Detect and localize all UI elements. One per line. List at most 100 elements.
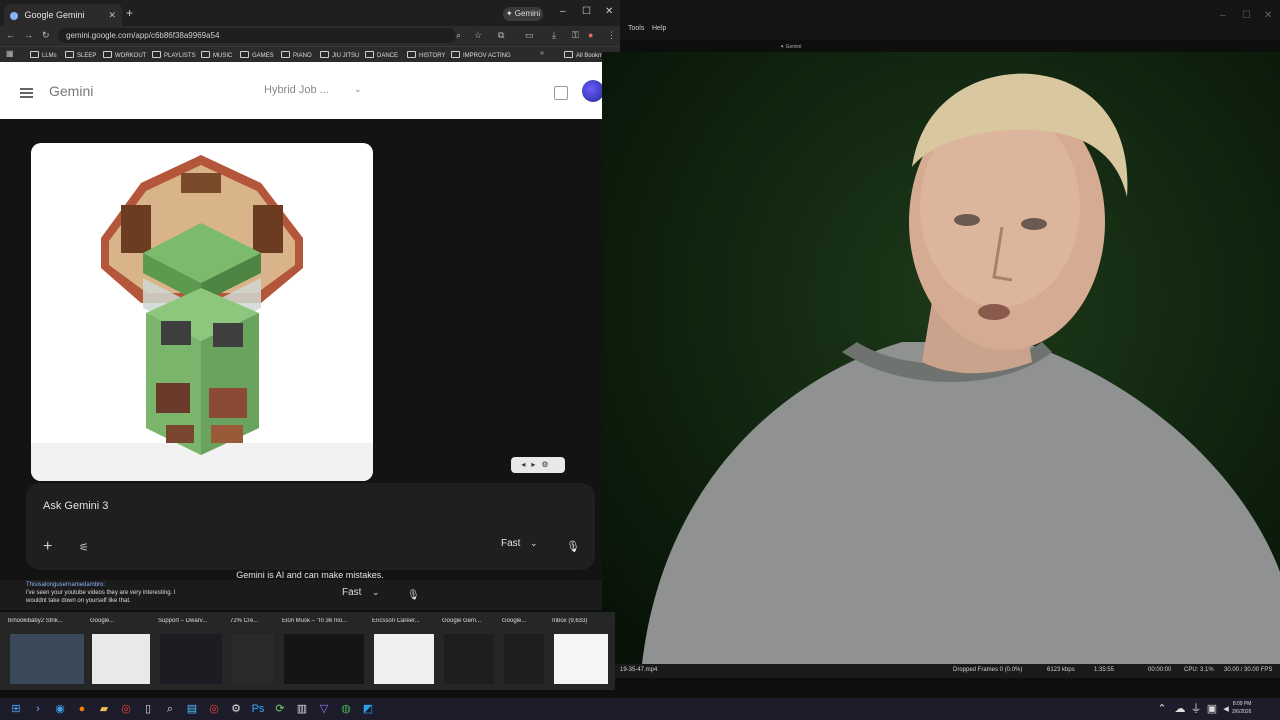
clock[interactable]: 8:09 PM 2/6/2026 [1232,700,1251,716]
chat-app-icon[interactable]: ◍ [338,701,354,717]
zoom-icon[interactable]: ⌕ [456,30,461,41]
back-icon[interactable]: ← [6,30,15,40]
microphone-icon[interactable]: 🎙 [566,540,580,553]
disclaimer-text: Gemini is AI and can make mistakes. [236,570,384,580]
password-icon[interactable]: ⚿ [572,30,579,41]
bookmarks-overflow-icon[interactable]: » [540,50,544,57]
chat-username: Thisisalongusernamedambro: [26,582,106,588]
settings-gear-icon[interactable]: ⚙ [228,701,244,717]
search-tool-icon[interactable]: ⌕ [162,701,178,717]
window-preview[interactable]: Ericsson Career... [372,618,436,686]
minimize-button[interactable]: – [560,6,566,17]
isometric-building-illustration [31,155,373,481]
settings-icon[interactable]: ⚙ [541,460,554,469]
chevron-down-icon[interactable]: ⌄ [354,84,362,95]
start-icon[interactable]: ⊞ [8,701,24,717]
window-preview[interactable]: Google... [90,618,152,686]
model-mode-selector[interactable]: Fast [501,538,520,549]
menu-help[interactable]: Help [652,25,666,32]
photoshop-icon[interactable]: Ps [250,701,266,717]
window-preview[interactable]: 72% Cre... [230,618,276,686]
person-in-webcam [642,73,1280,664]
chevron-down-icon[interactable]: ⌄ [530,538,538,549]
bookmark-sleep[interactable]: SLEEP [65,51,96,59]
apps-grid-icon[interactable]: ▦ [6,49,14,58]
bookmarks-bar: ▦ LLMs SLEEP WORKOUT PLAYLISTS MUSIC GAM… [0,46,620,63]
window-preview[interactable]: Support – Dwarv... [158,618,224,686]
conversation-title[interactable]: Hybrid Job ... [264,84,329,96]
bookmark-star-icon[interactable]: ☆ [474,30,482,41]
gemini-favicon-icon [10,11,18,20]
bookmark-improv-acting[interactable]: IMPROV ACTING [451,51,511,59]
video-controls[interactable]: ◂▸⚙ [511,457,565,473]
tab-close-icon[interactable]: ✕ [108,4,116,26]
reload-icon[interactable]: ↻ [42,30,50,41]
extensions-icon[interactable]: ⧉ [498,30,504,41]
obs-minimize-button[interactable]: – [1220,10,1226,21]
bookmark-llms[interactable]: LLMs [30,51,57,59]
edge-icon[interactable]: ◉ [52,701,68,717]
preview-label: Google Gem... [442,618,482,624]
preview-label: Elon Musk – "In 36 mo... [282,618,348,624]
window-preview[interactable]: Google... [502,618,546,686]
chrome-icon[interactable]: ◎ [118,701,134,717]
chrome-profile-icon[interactable]: ◎ [206,701,222,717]
window-preview[interactable]: brnookibaby2 Strik... [8,618,86,686]
skip-icon[interactable]: ▸ [531,460,541,469]
download-icon[interactable]: ⤓ [552,30,556,41]
bookmark-piano[interactable]: PIANO [281,51,312,59]
close-window-button[interactable]: ✕ [605,6,613,17]
avatar[interactable] [582,80,604,102]
file-explorer-icon[interactable]: ▰ [96,701,112,717]
window-preview[interactable]: Elon Musk – "In 36 mo... [282,618,366,686]
split-view-icon[interactable]: ▭ [525,30,534,41]
recorder-icon[interactable]: ● [74,701,90,717]
forward-icon[interactable]: → [24,30,33,40]
obs-maximize-button[interactable]: ☐ [1242,10,1251,21]
prompt-input[interactable]: Ask Gemini 3 [43,500,108,512]
bookmark-dance[interactable]: DANCE [365,51,398,59]
menu-tools[interactable]: Tools [628,25,644,32]
hamburger-menu-icon[interactable] [20,88,33,98]
new-chat-icon[interactable] [554,86,568,100]
tray-chevron-icon[interactable]: ⌃ [1154,701,1170,717]
usb-icon[interactable]: ⏚ [1188,701,1204,717]
gemini-toolbar-button[interactable]: ✦ Gemini [503,7,543,21]
cpu-usage: CPU: 3.1% [1184,667,1214,673]
add-attachment-icon[interactable]: + [43,538,52,556]
new-tab-button[interactable]: + [126,6,133,20]
stream-time: 00:00:00 [1148,667,1172,673]
bookmark-jiu-jitsu[interactable]: JIU JITSU [320,51,359,59]
window-preview[interactable]: Inbox (9,633) [552,618,610,686]
prompt-input-box[interactable] [26,483,595,570]
preview-thumbnail [554,634,608,684]
window-preview[interactable]: Google Gem... [442,618,496,686]
generated-image[interactable] [31,143,373,481]
copilot-icon[interactable]: › [30,701,46,717]
profile-icon[interactable]: ● [588,30,593,40]
all-bookmarks[interactable]: All Bookm [564,51,603,59]
bookmark-history[interactable]: HISTORY [407,51,445,59]
bookmark-workout[interactable]: WORKOUT [103,51,146,59]
bookmark-games[interactable]: GAMES [240,51,274,59]
app-icon[interactable]: ⟳ [272,701,288,717]
notepad-icon[interactable]: ▤ [184,701,200,717]
more-menu-icon[interactable]: ⋮ [607,30,616,41]
gemini-logo-text[interactable]: Gemini [49,83,93,99]
bookmark-music[interactable]: MUSIC [201,51,232,59]
chat-message: i've seen your youtube videos they are v… [26,590,176,604]
maximize-button[interactable]: ☐ [582,6,591,17]
tools-icon[interactable]: ⚟ [79,541,89,554]
paint-icon[interactable]: ◩ [360,701,376,717]
document-icon[interactable]: ▯ [140,701,156,717]
tab-title: Google Gemini [24,10,85,20]
tab-google-gemini[interactable]: Google Gemini ✕ [4,4,122,26]
obs-close-button[interactable]: ✕ [1264,10,1272,21]
network-icon[interactable]: ☁ [1172,701,1188,717]
notes-icon[interactable]: ▥ [294,701,310,717]
vpn-icon[interactable]: ▽ [316,701,332,717]
volume-icon[interactable]: ◂ [521,460,531,469]
url-field[interactable]: gemini.google.com/app/c6b86f38a9969a54 [58,28,456,43]
recording-time: 1:35:55 [1094,667,1115,673]
bookmark-playlists[interactable]: PLAYLISTS [152,51,196,59]
